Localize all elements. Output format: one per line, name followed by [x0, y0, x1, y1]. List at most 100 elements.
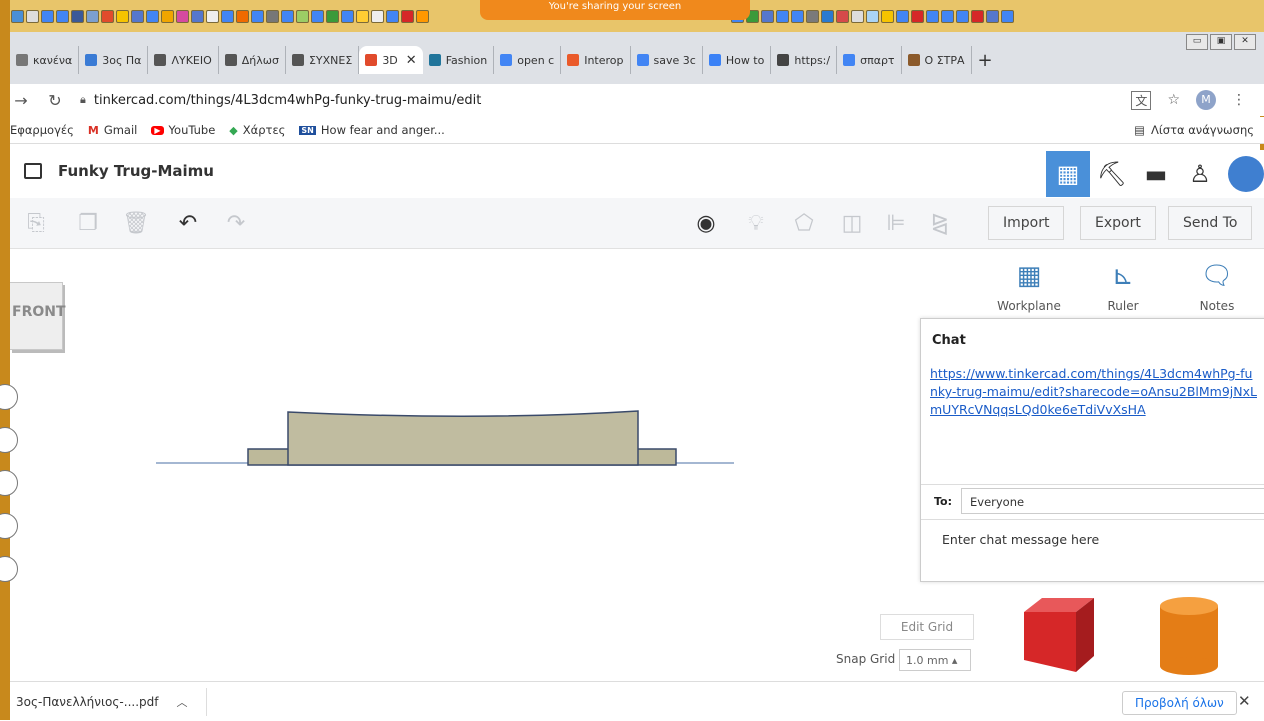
- address-bar-actions: 文 ☆ M ⋮: [1131, 84, 1246, 116]
- bricks-icon[interactable]: ▬: [1134, 151, 1178, 197]
- tab-favicon-icon: [636, 54, 649, 66]
- tab-label: Δήλωσ: [241, 53, 279, 67]
- bookmark-star-icon[interactable]: ☆: [1167, 92, 1180, 108]
- browser-tab[interactable]: How to: [703, 46, 772, 74]
- notes-tool[interactable]: 🗨︎ Notes: [1170, 249, 1264, 319]
- design-title: Funky Trug-Maimu: [24, 162, 214, 180]
- user-avatar[interactable]: [1228, 156, 1264, 192]
- url-field[interactable]: 🔒︎ tinkercad.com/things/4L3dcm4whPg-funk…: [80, 93, 481, 108]
- close-download-bar-icon[interactable]: ✕: [1238, 692, 1251, 710]
- download-item[interactable]: 3ος-Πανελλήνιος-....pdf ︿: [16, 694, 187, 710]
- import-button[interactable]: Import: [988, 206, 1065, 240]
- fit-view-button[interactable]: [0, 427, 18, 453]
- browser-tab[interactable]: σπαρτ: [837, 46, 902, 74]
- tab-label: κανένα: [33, 53, 73, 67]
- minimize-button[interactable]: ▭: [1186, 34, 1208, 50]
- chevron-up-icon[interactable]: ︿: [176, 694, 187, 710]
- browser-menu-icon[interactable]: ⋮: [1232, 92, 1246, 108]
- close-tab-icon[interactable]: ✕: [406, 53, 417, 68]
- 3d-model-view[interactable]: [150, 399, 750, 479]
- zoom-out-button[interactable]: [0, 513, 18, 539]
- tab-label: 3D: [382, 53, 398, 67]
- browser-tab[interactable]: Fashion: [423, 46, 495, 74]
- reload-icon[interactable]: ↻: [44, 91, 66, 110]
- mirror-icon[interactable]: ⧎: [920, 198, 960, 248]
- 3d-design-grid-icon[interactable]: ▦: [1046, 151, 1090, 197]
- browser-tab[interactable]: https:/: [771, 46, 838, 74]
- browser-tab[interactable]: Interop: [561, 46, 631, 74]
- maximize-button[interactable]: ▣: [1210, 34, 1232, 50]
- new-tab-button[interactable]: +: [972, 46, 999, 74]
- send-to-button[interactable]: Send To: [1168, 206, 1253, 240]
- reading-list[interactable]: ▤ Λίστα ανάγνωσης: [1134, 117, 1254, 143]
- duplicate-icon[interactable]: ❐: [68, 198, 108, 248]
- window-controls: ▭ ▣ ✕: [1186, 34, 1256, 50]
- sn-icon: SN: [299, 125, 316, 135]
- tab-favicon-icon: [428, 54, 441, 66]
- bookmark-youtube[interactable]: ▶ YouTube: [151, 123, 215, 137]
- view-cube[interactable]: FRONT: [10, 282, 66, 350]
- forward-arrow-icon[interactable]: →: [10, 91, 32, 110]
- browser-tab[interactable]: 3ος Πα: [79, 46, 149, 74]
- chat-share-link[interactable]: https://www.tinkercad.com/things/4L3dcm4…: [930, 365, 1260, 419]
- browser-tab[interactable]: Δήλωσ: [219, 46, 286, 74]
- browser-tab[interactable]: ΛΥΚΕΙΟ: [148, 46, 219, 74]
- notes-visibility-icon[interactable]: ◉: [686, 198, 726, 248]
- url-text: tinkercad.com/things/4L3dcm4whPg-funky-t…: [93, 92, 482, 108]
- screen-sharing-banner: You're sharing your screen: [480, 0, 750, 20]
- box-shape[interactable]: [1018, 594, 1098, 678]
- bookmark-maps[interactable]: ◆ Χάρτες: [229, 123, 285, 137]
- pickaxe-icon[interactable]: ⛏: [1090, 151, 1134, 197]
- edit-grid-button[interactable]: Edit Grid: [880, 614, 974, 640]
- close-window-button[interactable]: ✕: [1234, 34, 1256, 50]
- browser-tab[interactable]: Ο ΣΤΡΑ: [902, 46, 972, 74]
- delete-icon[interactable]: 🗑︎: [116, 198, 156, 248]
- tab-label: save 3c: [653, 53, 696, 67]
- maps-icon: ◆: [229, 123, 238, 137]
- tab-label: σπαρτ: [860, 53, 895, 67]
- browser-tab[interactable]: 3D ✕: [359, 46, 423, 74]
- chat-recipient-select[interactable]: Everyone: [961, 488, 1264, 514]
- chat-recipient-row: To: Everyone: [921, 484, 1264, 519]
- paste-icon[interactable]: ⎘: [16, 198, 56, 248]
- undo-icon[interactable]: ↶: [168, 198, 208, 248]
- chat-message-input[interactable]: Enter chat message here: [921, 519, 1264, 580]
- home-view-button[interactable]: [0, 384, 18, 410]
- chat-input-placeholder: Enter chat message here: [942, 532, 1100, 547]
- zoom-in-button[interactable]: [0, 470, 18, 496]
- snap-grid-select[interactable]: 1.0 mm ▴: [899, 649, 971, 671]
- tab-favicon-icon: [843, 54, 856, 66]
- redo-icon[interactable]: ↷: [216, 198, 256, 248]
- profile-avatar[interactable]: M: [1196, 90, 1216, 110]
- group-icon[interactable]: ⬠: [784, 198, 824, 248]
- design-title-text[interactable]: Funky Trug-Maimu: [58, 162, 214, 180]
- ruler-tool[interactable]: ⊾ Ruler: [1076, 249, 1170, 319]
- light-bulb-icon[interactable]: 💡︎: [736, 198, 776, 248]
- export-button[interactable]: Export: [1080, 206, 1156, 240]
- bookmark-gmail[interactable]: M Gmail: [88, 123, 138, 137]
- perspective-button[interactable]: [0, 556, 18, 582]
- reading-list-icon: ▤: [1134, 123, 1146, 137]
- browser-tab[interactable]: save 3c: [631, 46, 703, 74]
- download-separator: [206, 688, 207, 716]
- tab-label: ΣΥΧΝΕΣ: [308, 53, 353, 67]
- tab-label: ΛΥΚΕΙΟ: [171, 53, 212, 67]
- cylinder-shape[interactable]: [1154, 594, 1224, 678]
- tab-favicon-icon: [224, 54, 237, 66]
- download-bar: 3ος-Πανελλήνιος-....pdf ︿ Προβολή όλων ✕: [10, 681, 1264, 721]
- browser-tab[interactable]: ΣΥΧΝΕΣ: [286, 46, 360, 74]
- ungroup-icon[interactable]: ◫: [832, 198, 872, 248]
- bookmark-apps[interactable]: Εφαρμογές: [10, 123, 74, 137]
- tab-strip: κανένα 3ος Πα ΛΥΚΕΙΟ Δήλωσ ΣΥΧΝΕΣ 3D ✕ Fashion o…: [10, 46, 1130, 74]
- browser-tab[interactable]: κανένα: [10, 46, 80, 74]
- workplane-tool[interactable]: ▦ Workplane: [982, 249, 1076, 319]
- tab-label: 3ος Πα: [102, 53, 142, 67]
- translate-icon[interactable]: 文: [1131, 90, 1152, 110]
- bookmarks-bar: Εφαρμογές M Gmail ▶ YouTube ◆ Χάρτες SN How …: [10, 117, 1264, 144]
- design-menu-icon[interactable]: [24, 163, 42, 179]
- browser-tab[interactable]: open c: [494, 46, 562, 74]
- align-icon[interactable]: ⊫: [876, 198, 916, 248]
- bookmark-how-fear[interactable]: SN How fear and anger...: [299, 123, 445, 137]
- show-all-downloads-button[interactable]: Προβολή όλων: [1122, 691, 1237, 715]
- add-user-icon[interactable]: ♙: [1178, 151, 1222, 197]
